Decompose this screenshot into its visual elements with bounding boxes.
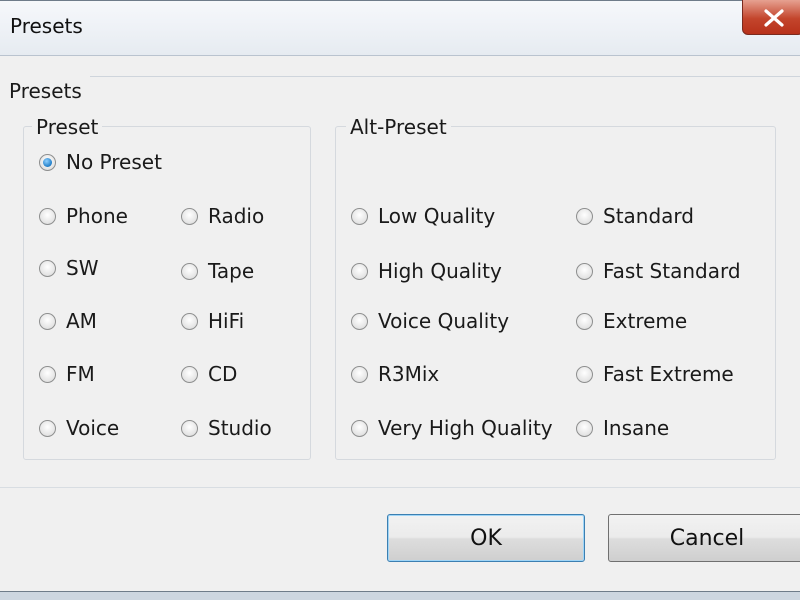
radio-sw[interactable]: SW	[39, 254, 98, 282]
radio-label: SW	[66, 256, 99, 280]
radio-indicator	[351, 262, 368, 280]
radio-label: Phone	[66, 204, 128, 228]
radio-label: Voice Quality	[378, 309, 510, 333]
alt-preset-group: Alt-Preset	[335, 115, 776, 460]
radio-label: Studio	[208, 416, 272, 440]
cancel-button[interactable]: Cancel	[608, 514, 800, 562]
radio-fast-extreme[interactable]: Fast Extreme	[576, 360, 734, 388]
window-title: Presets	[10, 14, 83, 38]
radio-high-quality[interactable]: High Quality	[351, 257, 502, 285]
radio-label: FM	[66, 362, 95, 386]
radio-indicator	[576, 262, 593, 280]
alt-preset-group-legend: Alt-Preset	[346, 115, 451, 139]
radio-label: HiFi	[208, 309, 245, 333]
radio-indicator	[181, 365, 198, 383]
radio-label: Insane	[603, 416, 670, 440]
radio-label: AM	[66, 309, 97, 333]
radio-indicator	[39, 259, 56, 277]
radio-no-preset[interactable]: No Preset	[39, 148, 162, 176]
radio-am[interactable]: AM	[39, 307, 97, 335]
radio-indicator	[39, 419, 56, 437]
preset-group-legend: Preset	[32, 115, 103, 139]
radio-label: Extreme	[603, 309, 688, 333]
radio-label: No Preset	[66, 150, 162, 174]
radio-indicator	[576, 312, 593, 330]
radio-indicator	[39, 365, 56, 383]
radio-radio[interactable]: Radio	[181, 202, 264, 230]
radio-indicator	[39, 207, 56, 225]
radio-tape[interactable]: Tape	[181, 257, 254, 285]
radio-very-high-quality[interactable]: Very High Quality	[351, 414, 553, 442]
dialog-content: Presets Preset No Preset Phone Radio SW …	[0, 56, 800, 591]
radio-indicator	[351, 312, 368, 330]
radio-label: Fast Extreme	[603, 362, 734, 386]
radio-label: Fast Standard	[603, 259, 741, 283]
radio-extreme[interactable]: Extreme	[576, 307, 687, 335]
radio-indicator	[39, 312, 56, 330]
radio-indicator	[181, 262, 198, 280]
radio-label: Voice	[66, 416, 120, 440]
radio-indicator	[181, 312, 198, 330]
presets-divider	[90, 76, 800, 77]
radio-phone[interactable]: Phone	[39, 202, 128, 230]
close-button[interactable]	[742, 0, 800, 35]
radio-label: CD	[208, 362, 238, 386]
title-bar[interactable]: Presets	[0, 0, 800, 56]
radio-fm[interactable]: FM	[39, 360, 95, 388]
radio-r3mix[interactable]: R3Mix	[351, 360, 439, 388]
radio-label: Low Quality	[378, 204, 496, 228]
ok-button[interactable]: OK	[387, 514, 585, 562]
presets-dialog: Presets Presets Preset No Preset Phone R…	[0, 0, 800, 592]
radio-studio[interactable]: Studio	[181, 414, 272, 442]
radio-label: R3Mix	[378, 362, 440, 386]
radio-indicator	[576, 365, 593, 383]
radio-low-quality[interactable]: Low Quality	[351, 202, 495, 230]
radio-indicator	[351, 207, 368, 225]
preset-group: Preset	[23, 115, 311, 460]
radio-fast-standard[interactable]: Fast Standard	[576, 257, 741, 285]
close-icon	[764, 9, 784, 27]
radio-indicator	[351, 365, 368, 383]
radio-indicator	[576, 207, 593, 225]
radio-voice[interactable]: Voice	[39, 414, 119, 442]
radio-standard[interactable]: Standard	[576, 202, 694, 230]
radio-indicator	[576, 419, 593, 437]
radio-label: Radio	[208, 204, 265, 228]
radio-cd[interactable]: CD	[181, 360, 237, 388]
radio-label: Standard	[603, 204, 694, 228]
radio-indicator	[181, 207, 198, 225]
radio-indicator	[39, 153, 56, 171]
radio-label: Very High Quality	[378, 416, 553, 440]
radio-insane[interactable]: Insane	[576, 414, 669, 442]
presets-group-label: Presets	[9, 79, 82, 103]
radio-label: High Quality	[378, 259, 502, 283]
radio-hifi[interactable]: HiFi	[181, 307, 244, 335]
radio-label: Tape	[208, 259, 255, 283]
background-window-strip-bottom	[0, 592, 800, 600]
radio-indicator	[351, 419, 368, 437]
radio-indicator	[181, 419, 198, 437]
button-area-separator	[0, 487, 800, 488]
radio-voice-quality[interactable]: Voice Quality	[351, 307, 509, 335]
